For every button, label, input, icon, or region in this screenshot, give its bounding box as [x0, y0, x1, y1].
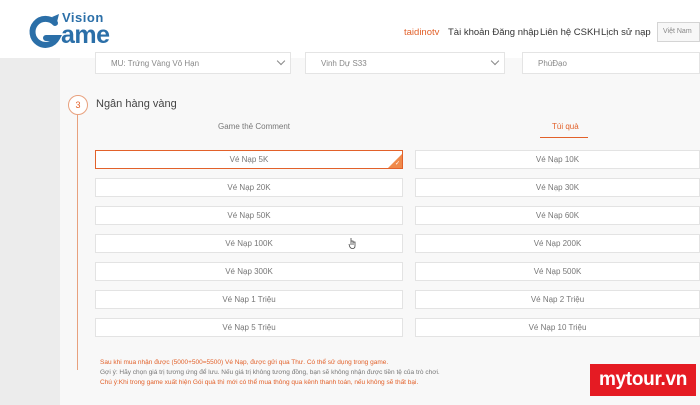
vision-game-logo[interactable]: Vision ame: [28, 8, 118, 52]
site-header: Vision ame taidinotv Tài khoản Đăng nhập…: [0, 0, 700, 58]
option-right-6[interactable]: Vé Nạp 10 Triệu: [415, 318, 700, 337]
option-label: Vé Nạp 50K: [227, 211, 271, 220]
nav-contact-support[interactable]: Liên hệ CSKH: [540, 27, 600, 38]
option-left-0[interactable]: Vé Nạp 5K ✓: [95, 150, 403, 169]
option-label: Vé Nạp 100K: [225, 239, 273, 248]
server-select-value: MU: Trứng Vàng Vô Hạn: [111, 59, 200, 68]
option-label: Vé Nạp 5 Triệu: [222, 323, 276, 332]
option-label: Vé Nạp 30K: [535, 183, 580, 192]
option-left-1[interactable]: Vé Nạp 20K: [95, 178, 403, 197]
option-right-0[interactable]: Vé Nạp 10K: [415, 150, 700, 169]
option-left-6[interactable]: Vé Nạp 5 Triệu: [95, 318, 403, 337]
option-label: Vé Nạp 5K: [229, 155, 269, 164]
option-label: Vé Nạp 1 Triệu: [222, 295, 276, 304]
note-purchase-info: Sau khi mua nhận được (5000+500=5500) Vé…: [100, 359, 389, 366]
logo-game-text: ame: [61, 21, 110, 49]
role-select[interactable]: PhúĐạo: [522, 52, 700, 74]
option-left-2[interactable]: Vé Nạp 50K: [95, 206, 403, 225]
option-label: Vé Nạp 200K: [533, 239, 582, 248]
option-label: Vé Nạp 60K: [535, 211, 580, 220]
step-number: 3: [68, 95, 88, 115]
note-suggestion: Gợi ý: Hãy chọn giá trị tương ứng để lưu…: [100, 369, 440, 376]
mouse-pointer-icon: [348, 238, 356, 249]
tab-game-comment[interactable]: Game thẻ Comment: [218, 122, 290, 131]
nav-username[interactable]: taidinotv: [404, 27, 439, 38]
chevron-down-icon: [490, 56, 500, 66]
option-label: Vé Nạp 300K: [225, 267, 273, 276]
nav-account-login[interactable]: Tài khoản Đăng nhập: [448, 27, 539, 38]
tab-gift-bag[interactable]: Túi quà: [552, 122, 579, 131]
option-label: Vé Nạp 20K: [227, 183, 271, 192]
option-right-1[interactable]: Vé Nạp 30K: [415, 178, 700, 197]
option-right-3[interactable]: Vé Nạp 200K: [415, 234, 700, 253]
option-left-4[interactable]: Vé Nạp 300K: [95, 262, 403, 281]
active-tab-indicator: [540, 137, 588, 138]
note-warning: Chú ý:Khi trong game xuất hiện Gói quà t…: [100, 379, 419, 386]
option-label: Vé Nạp 2 Triệu: [530, 295, 585, 304]
nav-topup-history[interactable]: Lịch sử nạp: [601, 27, 651, 38]
checkmark-icon: ✓: [394, 161, 400, 167]
option-left-5[interactable]: Vé Nạp 1 Triệu: [95, 290, 403, 309]
option-label: Vé Nạp 10K: [535, 155, 580, 164]
option-right-4[interactable]: Vé Nạp 500K: [415, 262, 700, 281]
main-content: [60, 58, 700, 405]
mytour-watermark: mytour.vn: [590, 364, 696, 396]
step-connector-line: [77, 115, 78, 370]
language-select[interactable]: Việt Nam: [657, 22, 700, 42]
option-right-2[interactable]: Vé Nạp 60K: [415, 206, 700, 225]
game-logo-g-icon: [29, 14, 62, 48]
option-label: Vé Nạp 10 Triệu: [528, 323, 587, 332]
chevron-down-icon: [276, 56, 286, 66]
server-select[interactable]: MU: Trứng Vàng Vô Hạn: [95, 52, 291, 74]
role-select-value: PhúĐạo: [538, 59, 567, 68]
character-select[interactable]: Vinh Dự S33: [305, 52, 505, 74]
option-label: Vé Nạp 500K: [533, 267, 582, 276]
character-select-value: Vinh Dự S33: [321, 59, 367, 68]
option-right-5[interactable]: Vé Nạp 2 Triệu: [415, 290, 700, 309]
section-title: Ngân hàng vàng: [96, 98, 177, 110]
